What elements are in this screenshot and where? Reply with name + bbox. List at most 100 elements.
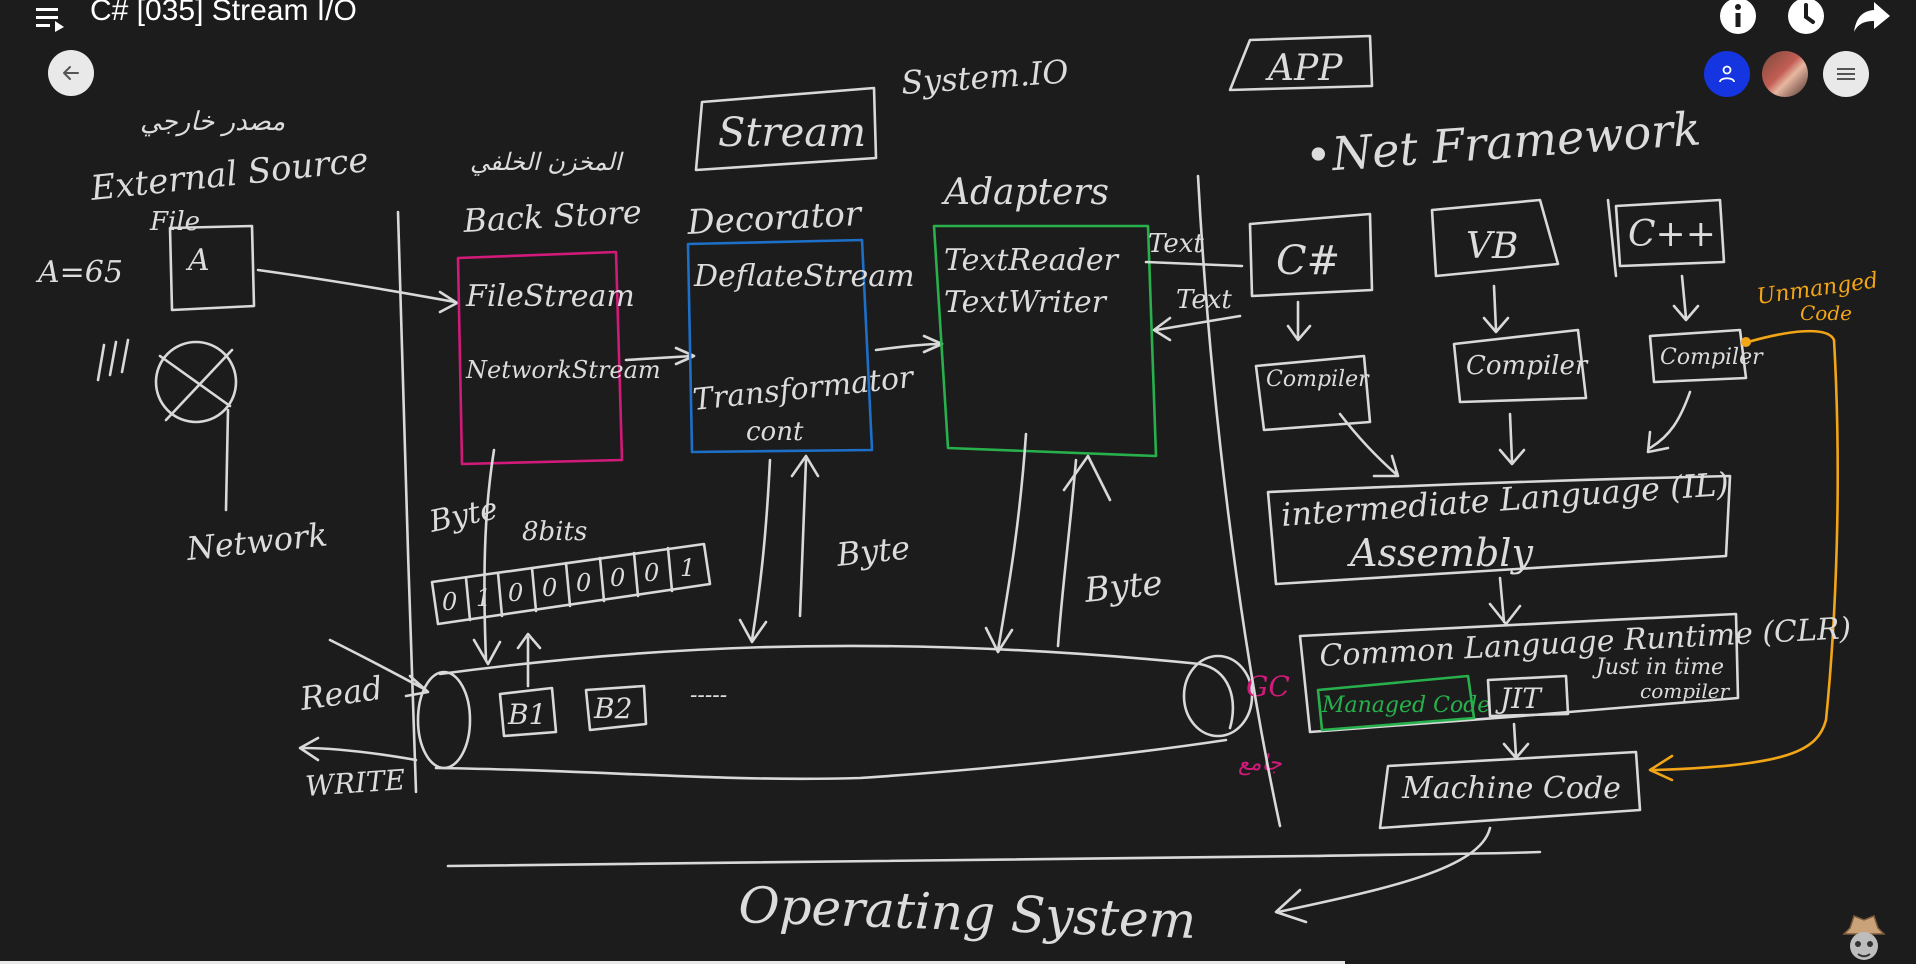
transformator-label: Transformator [691, 360, 916, 418]
bits-dividers [464, 546, 674, 622]
filestream-label: FileStream [465, 279, 635, 314]
bit-2: 0 [508, 579, 523, 607]
avatar[interactable] [1762, 51, 1808, 97]
file-a-label: A [185, 243, 210, 278]
bit-5: 0 [610, 564, 625, 592]
pipe-left-end [416, 670, 472, 770]
b1-label: B1 [507, 698, 546, 731]
pipe-top-line [438, 644, 1235, 730]
back-store-label: Back Store [461, 193, 642, 240]
arabic-backstore-label: المخزن الخلفي [470, 148, 624, 176]
write-arrow [300, 746, 418, 762]
adapter-byte-label: Byte [1082, 563, 1165, 611]
left-divider-line [396, 210, 418, 794]
clock-icon[interactable] [1786, 0, 1826, 36]
stream-label: Stream [718, 110, 866, 156]
decorator-down-arrow [750, 458, 772, 642]
share-user-button[interactable] [1704, 51, 1750, 97]
bit-0: 0 [442, 588, 457, 616]
pipe-right-end [1182, 654, 1254, 738]
os-line [446, 850, 1542, 868]
csharp-to-compiler-arrow [1286, 300, 1312, 342]
bit-3: 0 [542, 574, 557, 602]
menu-icon[interactable] [36, 6, 66, 32]
unmanaged-label-2: Code [1800, 301, 1852, 325]
read-label: Read [297, 669, 385, 718]
pipe-bottom-line [434, 738, 1228, 781]
more-button[interactable] [1823, 51, 1869, 97]
jit-label: JIT [1495, 682, 1543, 715]
menu-icon [1837, 68, 1855, 80]
ellipsis-label: ----- [690, 683, 727, 708]
decorator-byte-label: Byte [834, 528, 912, 574]
bit-7: 1 [680, 554, 695, 582]
b1-up-arrow [516, 632, 542, 688]
text-label-1: Text [1148, 229, 1204, 259]
bit-1: 1 [476, 584, 491, 612]
clr-to-machine-arrow [1502, 722, 1530, 760]
textreader-label: TextReader [944, 243, 1120, 278]
channel-mascot-icon[interactable] [1838, 910, 1890, 964]
net-framework-label: •Net Framework [1303, 101, 1703, 183]
antenna-cross [158, 348, 234, 422]
a-equals-label: A=65 [35, 255, 123, 290]
adapter-up-arrowhead [1062, 454, 1112, 502]
compiler-label-2: Compiler [1466, 351, 1589, 381]
app-label: APP [1265, 48, 1343, 89]
back-button[interactable] [48, 50, 94, 96]
compiler-label-3: Compiler [1660, 345, 1764, 370]
machine-code-label: Machine Code [1401, 771, 1621, 806]
person-add-icon [1719, 65, 1735, 83]
text-out-arrow [1144, 260, 1244, 268]
file-box [168, 224, 256, 312]
arabic-gc-label: جامع [1238, 751, 1282, 776]
share-arrow-icon[interactable] [1852, 0, 1892, 36]
signal-waves [96, 338, 130, 382]
byte-label-1: Byte [425, 491, 501, 540]
deflatestream-label: DeflateStream [693, 259, 915, 294]
whiteboard-canvas: مصدر خارجي External Source File A=65 A N… [35, 34, 1880, 950]
arabic-external-label: مصدر خارجي [140, 107, 285, 137]
decorator-label: Decorator [685, 194, 863, 243]
antenna-pole [224, 408, 230, 512]
jit-desc-1: Just in time [1592, 655, 1724, 680]
player-top-bar: C# [035] Stream I/O [0, 0, 1916, 34]
compiler3-to-il-arrow [1646, 390, 1692, 454]
unmanaged-arrow [1652, 329, 1839, 772]
adapters-label: Adapters [941, 172, 1109, 213]
video-title[interactable]: C# [035] Stream I/O [90, 0, 357, 28]
vb-to-compiler-arrow [1482, 284, 1510, 334]
arrow-left-icon [63, 66, 79, 80]
byte-down-arrow [483, 448, 496, 662]
textwriter-label: TextWriter [944, 285, 1108, 320]
file-to-filestream-arrow [256, 268, 457, 304]
machine-to-os-arrow [1276, 826, 1492, 914]
bit-4: 0 [576, 569, 591, 597]
assembly-label: Assembly [1347, 531, 1533, 575]
eight-bits-label: 8bits [522, 517, 587, 547]
cpp-to-compiler-arrow [1672, 274, 1700, 322]
unmanaged-arrowhead [1648, 754, 1674, 782]
system-io-label: System.IO [900, 52, 1070, 102]
bit-6: 0 [644, 559, 659, 587]
b2-label: B2 [593, 692, 632, 725]
csharp-label: C# [1276, 238, 1340, 284]
compiler-label-1: Compiler [1266, 367, 1370, 392]
compiler2-to-il-arrow [1498, 412, 1526, 466]
adapter-down-arrow [996, 432, 1028, 652]
info-icon[interactable] [1718, 0, 1758, 36]
vb-label: VB [1466, 226, 1518, 267]
il-label: intermediate Language (IL) [1280, 465, 1730, 534]
il-to-clr-arrow [1488, 576, 1522, 626]
external-source-label: External Source [88, 140, 371, 209]
jit-desc-2: compiler [1640, 679, 1731, 703]
cpp-side-line [1606, 198, 1618, 278]
operating-system-label: Operating System [738, 876, 1197, 950]
transformator-cont-label: cont [746, 417, 804, 447]
cpp-label: C++ [1628, 214, 1716, 255]
decorator-up-arrow [798, 458, 808, 618]
byte-down-arrowhead [472, 638, 502, 666]
write-label: WRITE [304, 763, 406, 803]
file-label: File [149, 207, 200, 237]
network-label: Network [184, 515, 329, 568]
